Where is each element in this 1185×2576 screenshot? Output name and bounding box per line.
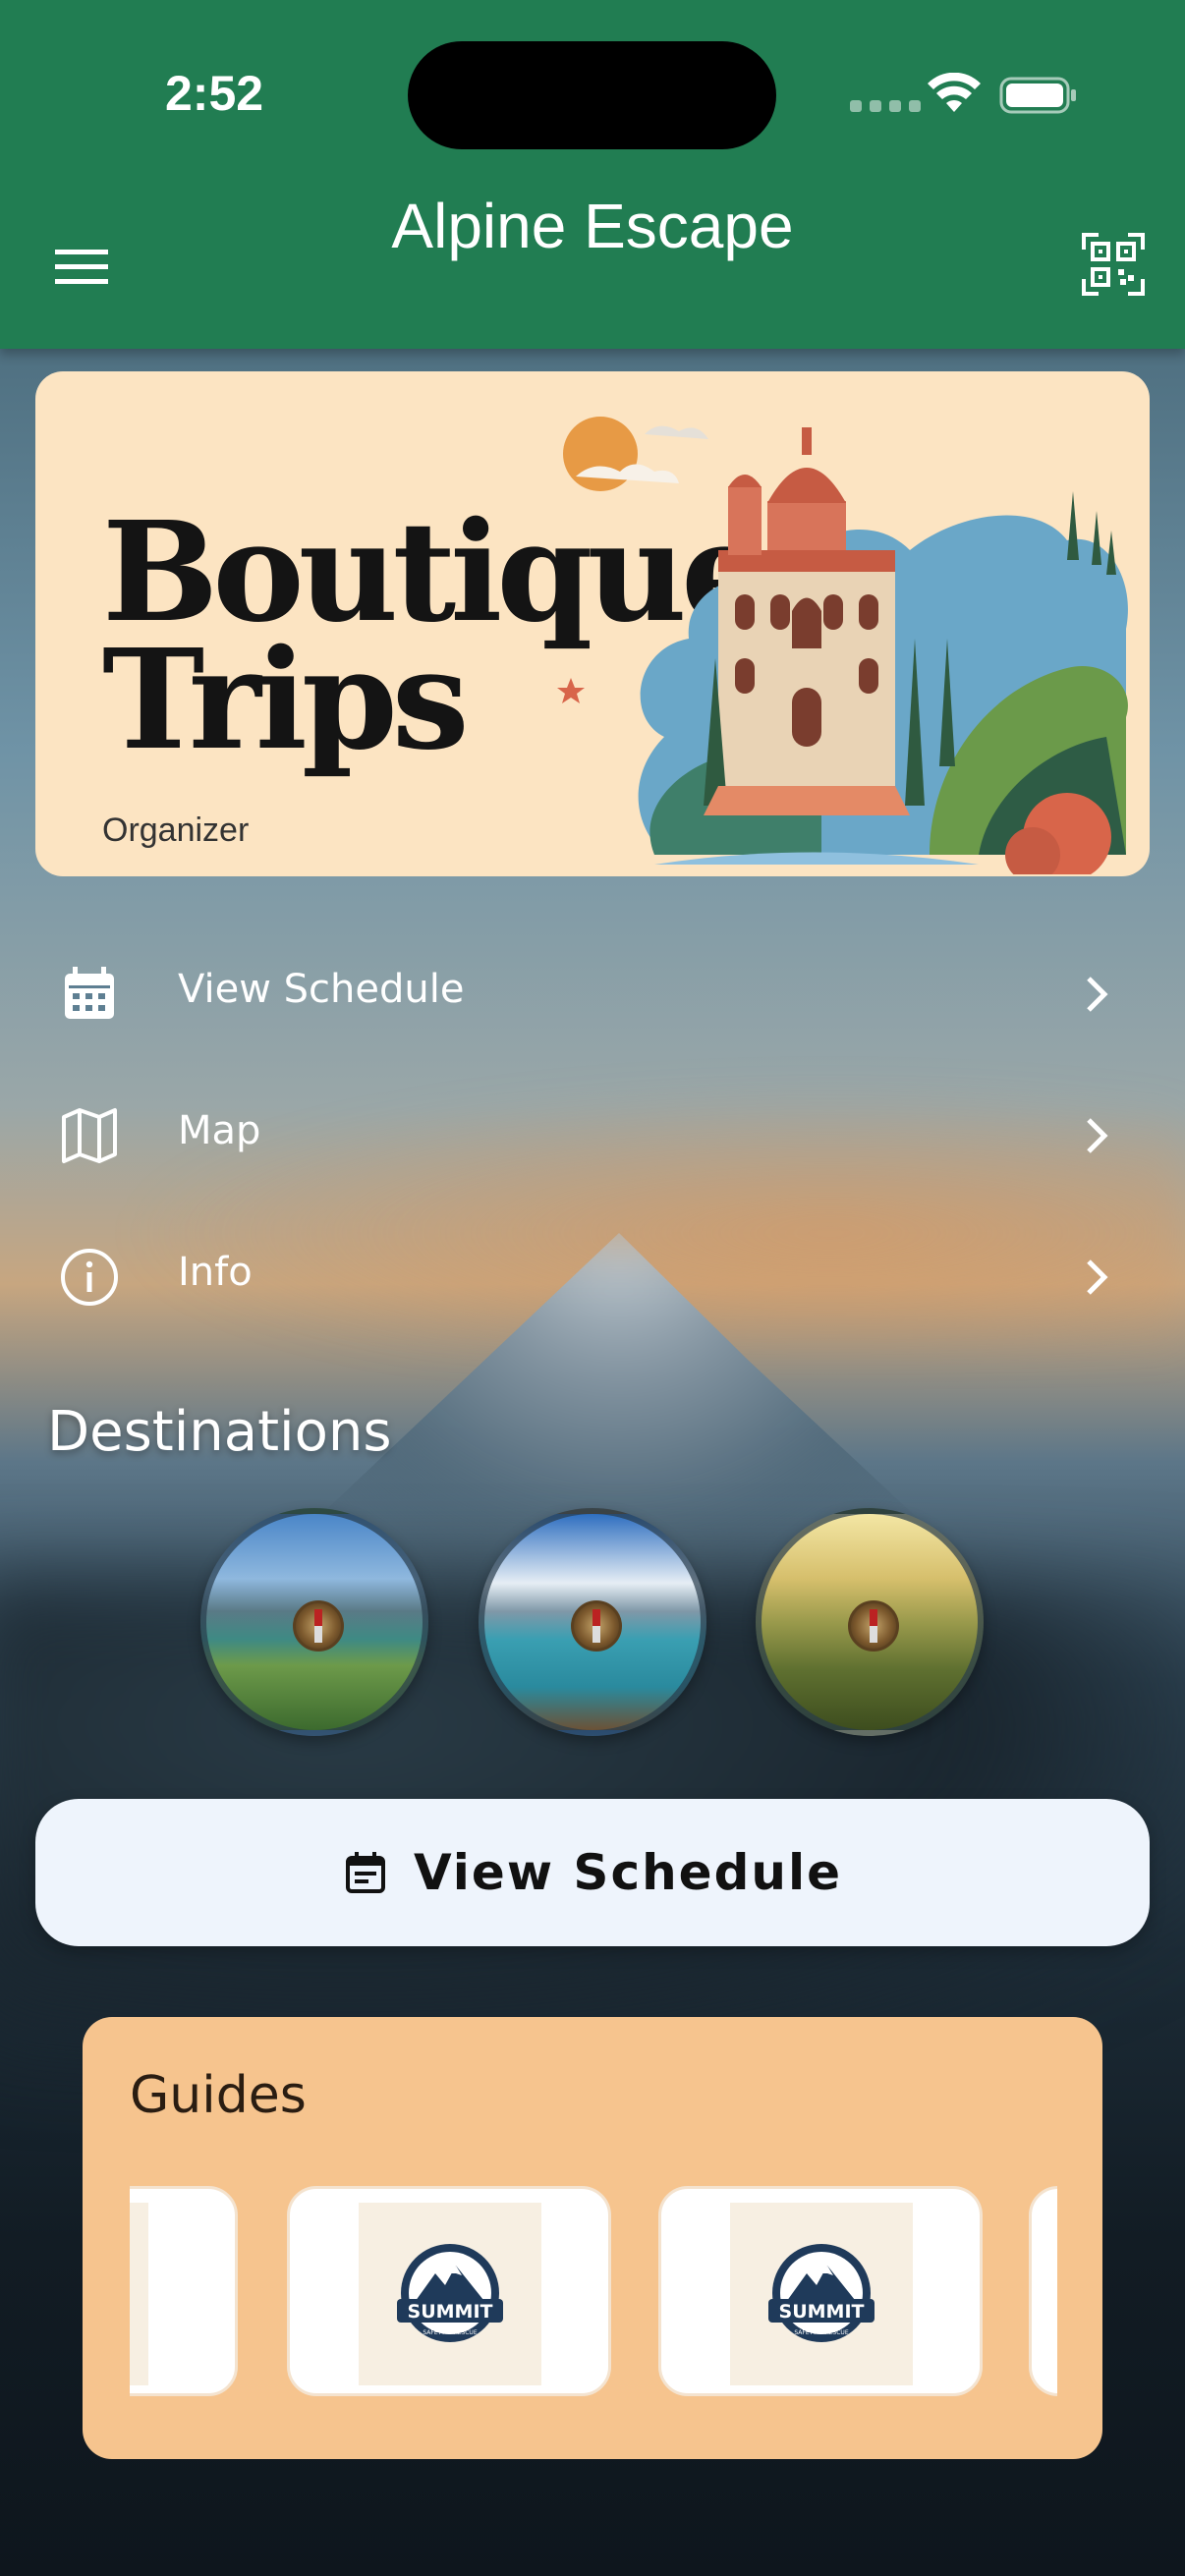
view-schedule-button-label: View Schedule	[413, 1844, 843, 1901]
menu-item-view-schedule[interactable]: View Schedule	[35, 929, 1150, 1057]
destination-forest-valley-sunlight[interactable]	[756, 1508, 984, 1736]
svg-text:SUMMIT: SUMMIT	[779, 2301, 865, 2323]
organizer-banner[interactable]: Boutique Trips Organizer	[35, 371, 1150, 876]
map-icon	[62, 1108, 117, 1163]
menu-item-label: Map	[178, 1108, 261, 1153]
svg-text:SAFETY & RESCUE: SAFETY & RESCUE	[794, 2329, 848, 2336]
app-title: Alpine Escape	[391, 191, 794, 261]
destination-mountain-valley-lake[interactable]	[200, 1508, 428, 1736]
app-bar: 2:52 Alpine Escape	[0, 0, 1185, 349]
dynamic-island	[408, 41, 776, 149]
summit-logo: SUMMIT SAFETY & RESCUE	[359, 2203, 541, 2385]
guides-panel: Guides SUMMIT SAFETY & RESCUE SUMMIT SAF…	[83, 2017, 1102, 2459]
calendar-icon	[65, 967, 114, 1019]
menu-item-label: Info	[178, 1250, 253, 1295]
summit-emblem-icon: SUMMIT SAFETY & RESCUE	[768, 2244, 875, 2342]
svg-text:SAFETY & RESCUE: SAFETY & RESCUE	[423, 2329, 477, 2336]
event-note-icon	[345, 1852, 385, 1893]
cellular-signal-icon	[850, 100, 921, 112]
guide-card[interactable]	[1029, 2186, 1057, 2396]
compass-icon	[848, 1600, 899, 1652]
guide-logo	[130, 2203, 148, 2385]
destinations-title: Destinations	[47, 1400, 392, 1464]
summit-emblem-icon: SUMMIT SAFETY & RESCUE	[397, 2244, 503, 2342]
compass-icon	[293, 1600, 344, 1652]
guides-carousel[interactable]: SUMMIT SAFETY & RESCUE SUMMIT SAFETY & R…	[130, 2186, 1057, 2400]
guide-card[interactable]	[130, 2186, 238, 2396]
summit-logo: SUMMIT SAFETY & RESCUE	[730, 2203, 913, 2385]
qr-scan-icon[interactable]	[1081, 232, 1146, 297]
menu-item-info[interactable]: Info	[35, 1212, 1150, 1340]
banner-subtitle: Organizer	[102, 812, 250, 849]
compass-icon	[571, 1600, 622, 1652]
guide-card[interactable]: SUMMIT SAFETY & RESCUE	[658, 2186, 983, 2396]
chevron-right-icon	[1087, 1260, 1108, 1295]
svg-text:SUMMIT: SUMMIT	[408, 2301, 493, 2323]
info-icon	[61, 1249, 118, 1306]
battery-icon	[999, 77, 1076, 114]
status-time: 2:52	[165, 66, 264, 121]
destination-mountain-lake-dock[interactable]	[479, 1508, 706, 1736]
menu-item-label: View Schedule	[178, 967, 465, 1012]
view-schedule-button[interactable]: View Schedule	[35, 1799, 1150, 1946]
chevron-right-icon	[1087, 977, 1108, 1012]
guides-title: Guides	[130, 2066, 307, 2125]
wifi-icon	[928, 73, 981, 112]
villa-illustration	[557, 417, 1128, 874]
chevron-right-icon	[1087, 1118, 1108, 1153]
guide-card[interactable]: SUMMIT SAFETY & RESCUE	[287, 2186, 611, 2396]
menu-item-map[interactable]: Map	[35, 1071, 1150, 1199]
